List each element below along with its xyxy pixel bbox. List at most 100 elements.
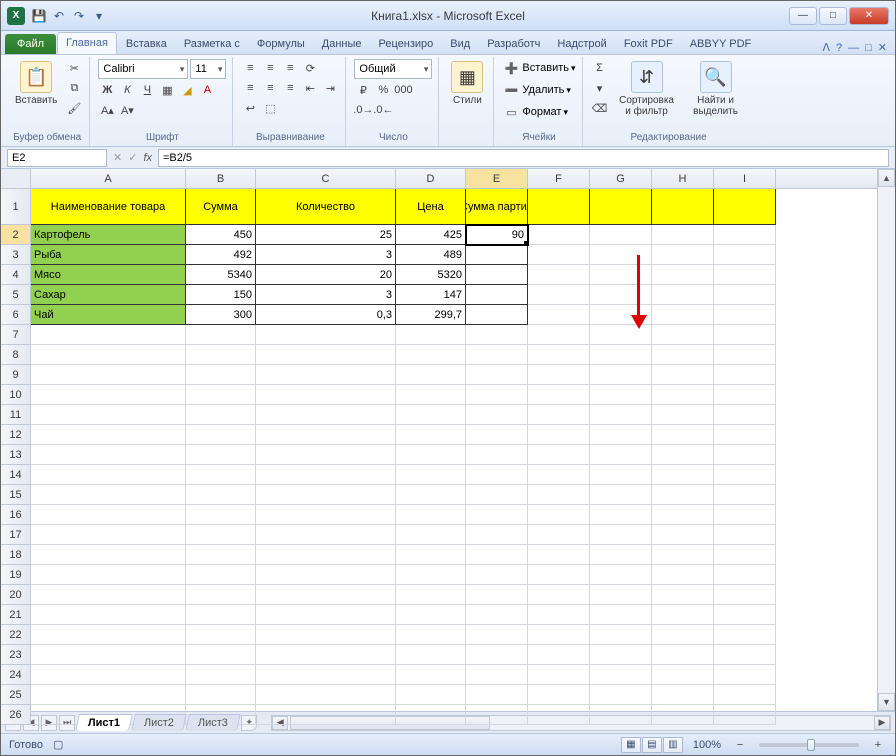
cell[interactable] <box>652 225 714 245</box>
autosum-icon[interactable]: Σ <box>591 59 609 77</box>
cell[interactable] <box>186 625 256 645</box>
cell[interactable] <box>31 405 186 425</box>
cell[interactable] <box>590 265 652 285</box>
column-headers[interactable]: ABCDEFGHI <box>31 169 877 189</box>
cell[interactable] <box>396 545 466 565</box>
close-button[interactable]: ✕ <box>849 7 889 25</box>
cell[interactable] <box>590 705 652 725</box>
cell[interactable] <box>590 645 652 665</box>
cell[interactable] <box>714 385 776 405</box>
name-box[interactable]: E2 <box>7 149 107 167</box>
cell[interactable] <box>528 225 590 245</box>
cell[interactable]: Цена <box>396 189 466 225</box>
cell[interactable] <box>466 345 528 365</box>
cell[interactable] <box>714 585 776 605</box>
cell[interactable] <box>256 565 396 585</box>
cell[interactable] <box>652 245 714 265</box>
cell[interactable] <box>528 465 590 485</box>
bold-icon[interactable]: Ж <box>98 81 116 99</box>
cell[interactable] <box>652 385 714 405</box>
cell[interactable] <box>528 245 590 265</box>
col-header-D[interactable]: D <box>396 169 466 188</box>
cell[interactable] <box>396 465 466 485</box>
cell[interactable] <box>396 345 466 365</box>
cell[interactable] <box>528 305 590 325</box>
row-header[interactable]: 11 <box>1 405 31 425</box>
cell[interactable] <box>396 645 466 665</box>
col-header-H[interactable]: H <box>652 169 714 188</box>
cell[interactable] <box>652 265 714 285</box>
cell[interactable] <box>466 265 528 285</box>
cell[interactable] <box>528 665 590 685</box>
row-header[interactable]: 19 <box>1 565 31 585</box>
cell[interactable]: 20 <box>256 265 396 285</box>
cell[interactable] <box>31 485 186 505</box>
sheet-tab-2[interactable]: Лист2 <box>131 714 187 731</box>
cell[interactable] <box>652 525 714 545</box>
cell[interactable]: Рыба <box>31 245 186 265</box>
cell[interactable] <box>528 565 590 585</box>
cell[interactable] <box>590 225 652 245</box>
help-icon[interactable]: ? <box>836 42 842 54</box>
cell[interactable] <box>186 505 256 525</box>
cell[interactable] <box>528 405 590 425</box>
cell[interactable] <box>590 345 652 365</box>
cell[interactable] <box>186 485 256 505</box>
cell[interactable] <box>652 285 714 305</box>
row-header[interactable]: 26 <box>1 705 31 725</box>
tab-developer[interactable]: Разработч <box>479 34 548 54</box>
row-header[interactable]: 5 <box>1 285 31 305</box>
cell[interactable]: 3 <box>256 245 396 265</box>
cell[interactable] <box>396 685 466 705</box>
cell[interactable] <box>396 705 466 725</box>
cell[interactable] <box>256 645 396 665</box>
cell[interactable] <box>714 485 776 505</box>
cell[interactable] <box>396 405 466 425</box>
row-header[interactable]: 16 <box>1 505 31 525</box>
font-size-combo[interactable]: 11 <box>190 59 226 79</box>
indent-inc-icon[interactable]: ⇥ <box>321 79 339 97</box>
tab-addins[interactable]: Надстрой <box>549 34 614 54</box>
format-painter-icon[interactable]: 🖌 <box>65 99 83 117</box>
sort-filter-button[interactable]: ⇵ Сортировка и фильтр <box>613 59 681 119</box>
cell[interactable] <box>652 545 714 565</box>
cell[interactable] <box>256 485 396 505</box>
cell[interactable] <box>590 665 652 685</box>
cell[interactable] <box>714 225 776 245</box>
cell[interactable] <box>590 405 652 425</box>
cell[interactable] <box>590 445 652 465</box>
cell[interactable] <box>590 505 652 525</box>
merge-icon[interactable]: ⬚ <box>261 99 279 117</box>
enter-formula-icon[interactable]: ✓ <box>128 151 137 164</box>
cell[interactable]: 450 <box>186 225 256 245</box>
cell[interactable] <box>652 685 714 705</box>
cell[interactable] <box>714 625 776 645</box>
cell[interactable] <box>652 505 714 525</box>
zoom-out-icon[interactable]: − <box>731 736 749 754</box>
col-header-C[interactable]: C <box>256 169 396 188</box>
row-header[interactable]: 22 <box>1 625 31 645</box>
cells-insert-button[interactable]: ➕Вставить▾ <box>502 59 575 77</box>
cell[interactable]: 25 <box>256 225 396 245</box>
cell[interactable] <box>31 385 186 405</box>
cell[interactable] <box>256 425 396 445</box>
tab-formulas[interactable]: Формулы <box>249 34 313 54</box>
row-header[interactable]: 18 <box>1 545 31 565</box>
cell[interactable] <box>186 565 256 585</box>
cell[interactable] <box>31 445 186 465</box>
cell[interactable] <box>590 585 652 605</box>
cell[interactable] <box>714 685 776 705</box>
cell[interactable] <box>590 525 652 545</box>
cell[interactable] <box>528 705 590 725</box>
cell[interactable] <box>466 705 528 725</box>
cell[interactable] <box>528 545 590 565</box>
cell[interactable] <box>590 685 652 705</box>
cell[interactable]: Чай <box>31 305 186 325</box>
row-header[interactable]: 23 <box>1 645 31 665</box>
cell[interactable] <box>256 545 396 565</box>
cell[interactable] <box>714 465 776 485</box>
col-header-B[interactable]: B <box>186 169 256 188</box>
vertical-scrollbar[interactable]: ▲ ▼ <box>877 169 895 711</box>
cell[interactable] <box>714 305 776 325</box>
cell[interactable] <box>590 485 652 505</box>
